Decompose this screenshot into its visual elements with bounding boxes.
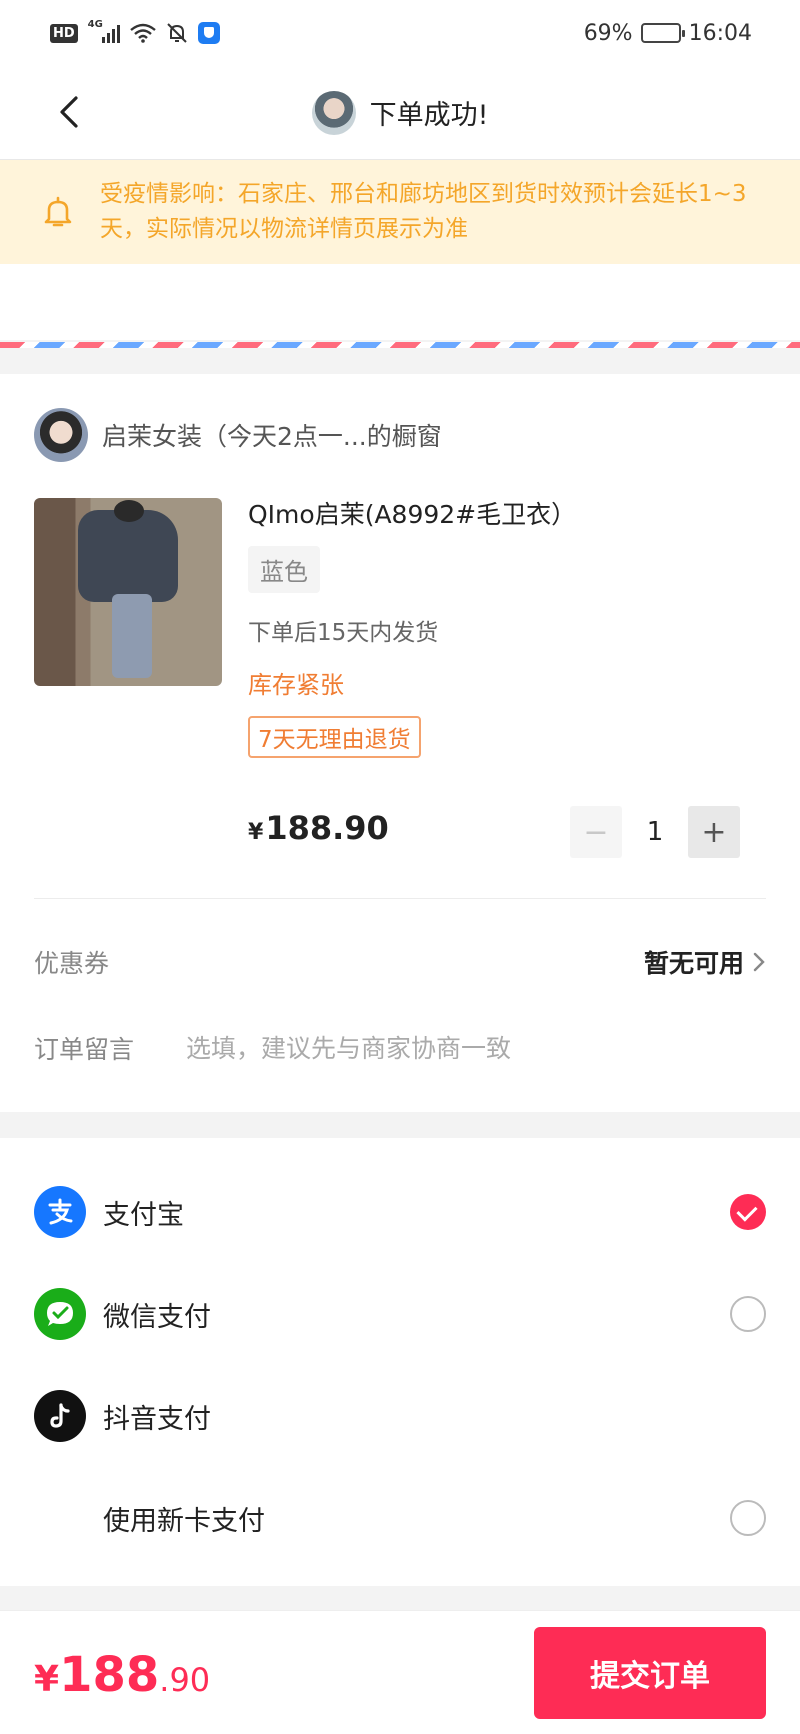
hd-badge: HD — [50, 23, 78, 43]
status-bar: HD 4G 69% 16:04 — [0, 0, 800, 66]
alipay-icon — [34, 1186, 86, 1238]
price-value: 188.90 — [265, 809, 389, 847]
payment-label-new-card: 使用新卡支付 — [103, 1505, 265, 1537]
user-avatar — [311, 90, 356, 135]
shop-name: 启茉女装（今天2点一...的橱窗 — [102, 422, 442, 451]
product-card: 启茉女装（今天2点一...的橱窗 QImo启茉(A8992#毛卫衣） 蓝色 下单… — [0, 374, 800, 1112]
submit-order-button[interactable]: 提交订单 — [534, 1627, 766, 1719]
order-screen: HD 4G 69% 16:04 下单成功! 受疫情影响：石家庄、邢台和廊坊地区到… — [0, 0, 800, 1734]
coupon-value-group: 暂无可用 — [644, 944, 766, 980]
wechat-glyph — [47, 1302, 73, 1326]
payment-option-wechat[interactable]: 微信支付 — [34, 1284, 766, 1344]
notice-text: 受疫情影响：石家庄、邢台和廊坊地区到货时效预计会延长1~3天，实际情况以物流详情… — [100, 181, 747, 242]
increase-button[interactable]: + — [688, 806, 740, 858]
order-note-input[interactable] — [186, 1033, 607, 1063]
radio-new-card[interactable] — [730, 1500, 766, 1536]
product-thumbnail-head — [114, 500, 144, 522]
radio-alipay[interactable] — [730, 1194, 766, 1230]
payment-section: 支付宝 微信支付 抖音支付 使用新卡支付 — [0, 1138, 800, 1586]
nav-center: 下单成功! — [311, 90, 489, 135]
order-note-row: 订单留言 — [34, 1030, 766, 1066]
product-variant: 蓝色 — [248, 546, 320, 593]
clock: 16:04 — [688, 20, 752, 46]
shipping-time: 下单后15天内发货 — [248, 620, 439, 646]
page-title: 下单成功! — [369, 100, 489, 131]
product-thumbnail-legs — [112, 594, 152, 678]
signal-icon: 4G — [88, 19, 120, 43]
status-right: 69% 16:04 — [584, 21, 752, 46]
divider — [34, 898, 766, 899]
wifi-icon — [129, 23, 156, 43]
payment-label-wechat: 微信支付 — [103, 1301, 211, 1333]
total-price: ¥188.90 — [34, 1647, 210, 1703]
note-label: 订单留言 — [34, 1035, 135, 1064]
epidemic-notice: 受疫情影响：石家庄、邢台和廊坊地区到货时效预计会延长1~3天，实际情况以物流详情… — [0, 160, 800, 264]
douyin-icon — [34, 1390, 86, 1442]
payment-option-douyin[interactable]: 抖音支付 — [34, 1386, 766, 1446]
payment-option-alipay[interactable]: 支付宝 — [34, 1182, 766, 1242]
payment-label-douyin: 抖音支付 — [103, 1403, 211, 1435]
chevron-right-icon — [753, 952, 765, 972]
checkout-bar: ¥188.90 提交订单 — [0, 1610, 800, 1734]
decrease-button[interactable]: − — [570, 806, 622, 858]
product-thumbnail[interactable] — [34, 498, 222, 686]
battery-icon — [640, 23, 685, 43]
alipay-glyph — [48, 1198, 73, 1225]
total-currency: ¥ — [34, 1659, 60, 1700]
product-info: QImo启茉(A8992#毛卫衣） 蓝色 下单后15天内发货 库存紧张 7天无理… — [248, 498, 760, 758]
stock-status: 库存紧张 — [248, 671, 344, 699]
nav-bar: 下单成功! — [0, 66, 800, 160]
radio-wechat[interactable] — [730, 1296, 766, 1332]
price-currency: ¥ — [248, 820, 264, 845]
network-type: 4G — [87, 19, 103, 30]
coupon-row[interactable]: 优惠券 暂无可用 — [34, 944, 766, 980]
battery-percent: 69% — [583, 20, 633, 46]
returns-badge: 7天无理由退货 — [248, 716, 421, 758]
mute-bell-icon — [166, 23, 187, 43]
total-decimal: .90 — [159, 1661, 211, 1699]
shop-header[interactable]: 启茉女装（今天2点一...的橱窗 — [34, 408, 442, 462]
total-integer: 188 — [59, 1647, 160, 1703]
payment-label-alipay: 支付宝 — [103, 1199, 184, 1231]
airmail-divider — [0, 342, 800, 348]
shop-avatar — [34, 408, 88, 462]
product-thumbnail-coat — [78, 510, 178, 602]
bell-icon — [44, 196, 72, 227]
coupon-label: 优惠券 — [34, 949, 110, 978]
security-shield-icon — [197, 22, 220, 44]
product-price: ¥188.90 — [248, 809, 389, 847]
wechat-pay-icon — [34, 1288, 86, 1340]
payment-option-new-card[interactable]: 使用新卡支付 — [34, 1488, 766, 1548]
product-title: QImo启茉(A8992#毛卫衣） — [248, 500, 577, 529]
quantity-stepper: − 1 + — [570, 806, 740, 858]
address-section[interactable] — [0, 264, 800, 340]
quantity-value[interactable]: 1 — [622, 817, 688, 847]
douyin-glyph — [50, 1403, 70, 1428]
back-arrow-icon[interactable] — [52, 94, 88, 130]
coupon-value: 暂无可用 — [643, 949, 744, 978]
status-icons: HD 4G — [50, 19, 220, 44]
